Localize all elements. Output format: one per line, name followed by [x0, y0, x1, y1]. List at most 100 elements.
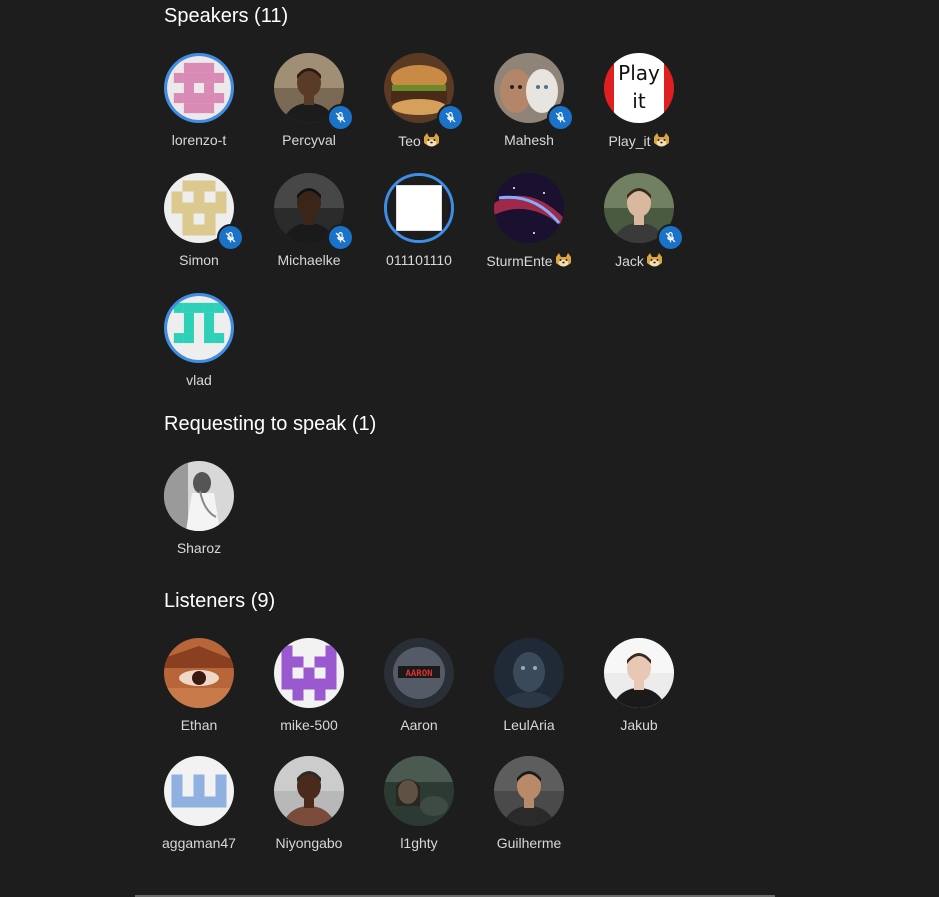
username-label: Teo	[365, 132, 473, 149]
username-text: aggaman47	[162, 835, 236, 851]
username-label: aggaman47	[145, 835, 253, 851]
avatar-wrapper	[494, 53, 574, 131]
username-label: Niyongabo	[255, 835, 363, 851]
username-label: vlad	[145, 372, 253, 388]
listeners-title: Listeners (9)	[164, 590, 276, 612]
avatar[interactable]	[604, 638, 674, 708]
avatar[interactable]	[274, 756, 344, 826]
doge-emoji-icon	[555, 252, 572, 268]
svg-text:AARON: AARON	[405, 669, 432, 679]
avatar[interactable]	[384, 173, 454, 243]
requesting-title: Requesting to speak (1)	[164, 413, 377, 435]
username-text: Ethan	[180, 717, 218, 733]
avatar[interactable]	[494, 173, 564, 243]
username-text: mike-500	[280, 717, 338, 733]
username-label: mike-500	[255, 717, 363, 733]
username-label: Jakub	[585, 717, 693, 733]
username-text: Niyongabo	[275, 835, 343, 851]
mic-off-icon	[657, 224, 684, 251]
user-tile-teo[interactable]: Teo	[365, 53, 473, 149]
avatar-wrapper: Play it	[604, 53, 674, 123]
username-label: Guilherme	[475, 835, 583, 851]
user-tile-niyongabo[interactable]: Niyongabo	[255, 756, 363, 851]
mic-off-icon	[217, 224, 244, 251]
avatar[interactable]	[494, 638, 564, 708]
avatar-wrapper	[164, 53, 234, 123]
user-tile-ethan[interactable]: Ethan	[145, 638, 253, 733]
username-text: Jakub	[620, 717, 658, 733]
username-label: Michaelke	[255, 252, 363, 268]
doge-emoji-icon	[423, 132, 440, 148]
avatar[interactable]	[384, 756, 454, 826]
username-label: l1ghty	[365, 835, 473, 851]
username-text: lorenzo-t	[171, 132, 227, 148]
avatar-wrapper	[164, 173, 244, 251]
avatar-wrapper	[274, 53, 354, 131]
username-label: Aaron	[365, 717, 473, 733]
username-text: SturmEnte	[486, 253, 553, 269]
doge-emoji-icon	[653, 132, 670, 148]
username-text: Aaron	[400, 717, 438, 733]
avatar-wrapper	[384, 756, 454, 826]
user-tile-sharoz[interactable]: Sharoz	[145, 461, 253, 556]
user-tile-jack[interactable]: Jack	[585, 173, 693, 269]
username-text: 011101110	[386, 252, 452, 268]
avatar-wrapper	[164, 638, 234, 708]
user-tile-play-it[interactable]: Play it Play_it	[585, 53, 693, 149]
user-tile-guilherme[interactable]: Guilherme	[475, 756, 583, 851]
avatar-wrapper	[494, 173, 564, 243]
user-tile-leularia[interactable]: LeulAria	[475, 638, 583, 733]
username-text: l1ghty	[400, 835, 438, 851]
mic-off-icon	[437, 104, 464, 131]
user-tile-lorenzo-t[interactable]: lorenzo-t	[145, 53, 253, 148]
username-text: Guilherme	[496, 835, 562, 851]
user-tile-mahesh[interactable]: Mahesh	[475, 53, 583, 148]
avatar[interactable]	[274, 638, 344, 708]
avatar[interactable]	[164, 638, 234, 708]
username-text: Simon	[179, 252, 219, 268]
username-label: Simon	[145, 252, 253, 268]
user-tile-sturmente[interactable]: SturmEnte	[475, 173, 583, 269]
avatar-wrapper	[164, 756, 234, 826]
user-tile-percyval[interactable]: Percyval	[255, 53, 363, 148]
avatar[interactable]	[494, 756, 564, 826]
user-tile-mike-500[interactable]: mike-500	[255, 638, 363, 733]
user-tile-011101110[interactable]: 011101110	[365, 173, 473, 268]
user-tile-vlad[interactable]: vlad	[145, 293, 253, 388]
username-label: lorenzo-t	[145, 132, 253, 148]
user-tile-simon[interactable]: Simon	[145, 173, 253, 268]
username-text: Teo	[398, 133, 421, 149]
mic-off-icon	[327, 224, 354, 251]
avatar-wrapper	[604, 173, 684, 251]
username-label: SturmEnte	[475, 252, 583, 269]
avatar-wrapper	[494, 756, 564, 826]
username-text: Mahesh	[504, 132, 554, 148]
avatar[interactable]	[164, 756, 234, 826]
username-label: 011101110	[365, 252, 473, 268]
username-text: vlad	[186, 372, 212, 388]
username-label: Play_it	[585, 132, 693, 149]
user-tile-jakub[interactable]: Jakub	[585, 638, 693, 733]
avatar[interactable]	[164, 293, 234, 363]
avatar[interactable]	[164, 53, 234, 123]
avatar-wrapper	[274, 756, 344, 826]
user-tile-l1ghty[interactable]: l1ghty	[365, 756, 473, 851]
avatar[interactable]: AARON	[384, 638, 454, 708]
username-label: Jack	[585, 252, 693, 269]
user-tile-aggaman47[interactable]: aggaman47	[145, 756, 253, 851]
username-label: Percyval	[255, 132, 363, 148]
avatar-wrapper: AARON	[384, 638, 454, 708]
username-text: Michaelke	[277, 252, 341, 268]
doge-emoji-icon	[646, 252, 663, 268]
user-tile-aaron[interactable]: AARON Aaron	[365, 638, 473, 733]
avatar-wrapper	[604, 638, 674, 708]
mic-off-icon	[547, 104, 574, 131]
mic-off-icon	[327, 104, 354, 131]
avatar-wrapper	[274, 638, 344, 708]
avatar[interactable]	[164, 461, 234, 531]
avatar-wrapper	[164, 461, 234, 531]
username-label: Ethan	[145, 717, 253, 733]
username-label: LeulAria	[475, 717, 583, 733]
user-tile-michaelke[interactable]: Michaelke	[255, 173, 363, 268]
username-text: Percyval	[282, 132, 336, 148]
